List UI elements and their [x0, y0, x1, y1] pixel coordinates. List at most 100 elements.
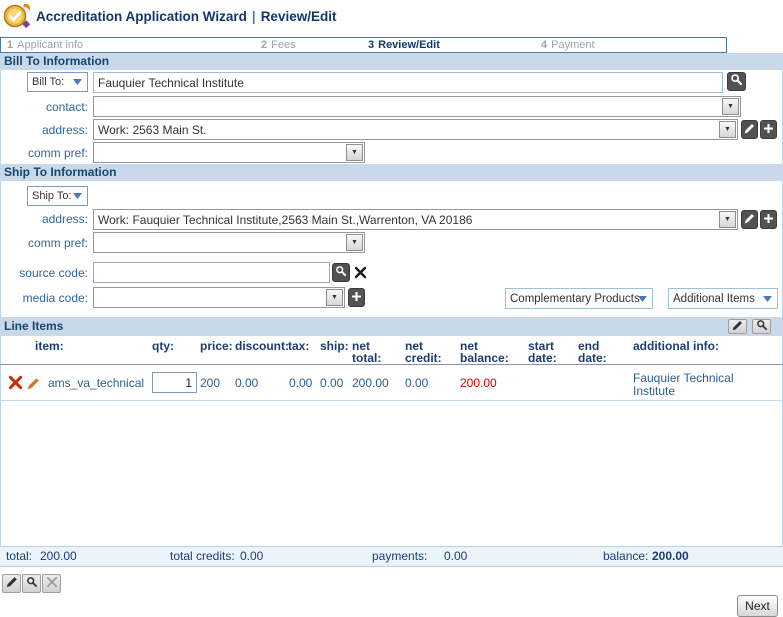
col-header-qty: qty:: [152, 339, 174, 353]
total-credits-label: total credits:: [170, 549, 235, 563]
ship-comm-pref-select[interactable]: ▼: [93, 232, 365, 253]
pencil-icon: [732, 318, 743, 336]
ship-address-label: address:: [41, 212, 88, 226]
wizard-step-title: Review/Edit: [260, 9, 337, 24]
cell-ship: 0.00: [320, 376, 344, 390]
bill-address-label: address:: [41, 123, 88, 137]
page-title: Accreditation Application Wizard | Review/…: [36, 9, 336, 24]
table-header-divider: [0, 364, 783, 365]
search-icon: [335, 264, 347, 282]
col-header-net-credit: net credit:: [405, 339, 442, 365]
balance-label: balance:: [603, 549, 649, 563]
media-code-label: media code:: [22, 291, 88, 305]
chevron-down-icon[interactable]: ▼: [346, 234, 363, 251]
row-delete-button[interactable]: [8, 375, 23, 395]
chevron-down-icon[interactable]: ▼: [326, 289, 343, 306]
pencil-icon: [744, 211, 755, 229]
ship-address-edit-button[interactable]: [741, 210, 758, 229]
search-icon: [756, 318, 768, 336]
disabled-x-icon: [46, 575, 58, 593]
bill-comm-pref-label: comm pref:: [27, 146, 88, 160]
col-header-item: item:: [35, 339, 64, 353]
search-icon: [730, 73, 743, 91]
title-separator: |: [251, 9, 256, 24]
wizard-title: Accreditation Application Wizard: [36, 9, 247, 24]
additional-items-dropdown[interactable]: Additional Items: [668, 288, 778, 309]
ship-to-selector[interactable]: Ship To:: [27, 186, 88, 206]
contact-label: contact:: [45, 100, 88, 114]
contact-select[interactable]: ▼: [93, 96, 741, 117]
media-code-add-button[interactable]: [348, 288, 365, 307]
cell-net-balance: 200.00: [460, 376, 497, 390]
ship-address-add-button[interactable]: [760, 210, 777, 229]
bill-to-name-input[interactable]: [93, 72, 723, 93]
search-icon: [26, 575, 38, 593]
cell-additional-info: Fauquier Technical Institute: [633, 371, 734, 398]
col-header-tax: tax:: [288, 339, 310, 353]
wizard-step-bar: 1 Applicant info 2 Fees 3 Review/Edit 4 Paym…: [0, 37, 727, 53]
source-code-clear-button[interactable]: [354, 266, 367, 284]
chevron-down-icon: [73, 76, 82, 88]
totals-bar: total: 200.00 total credits: 0.00 paymen…: [0, 546, 783, 567]
line-items-section-header: Line Items: [0, 317, 783, 336]
pencil-icon: [6, 575, 18, 593]
ship-to-section-header: Ship To Information: [0, 164, 783, 181]
total-credits-value: 0.00: [240, 549, 264, 563]
step-fees[interactable]: 2 Fees: [261, 38, 296, 52]
bill-to-search-button[interactable]: [727, 72, 746, 91]
bill-to-selector[interactable]: Bill To:: [27, 72, 88, 92]
col-header-end-date: end date:: [578, 339, 607, 365]
bill-address-select[interactable]: Work: 2563 Main St. ▼: [93, 119, 738, 140]
cell-discount: 0.00: [235, 376, 259, 390]
payments-label: payments:: [372, 549, 428, 563]
wizard-logo-icon: [3, 2, 33, 36]
chevron-down-icon[interactable]: ▼: [346, 144, 363, 161]
source-code-input[interactable]: [93, 262, 330, 283]
media-code-select[interactable]: ▼: [93, 287, 345, 308]
bill-address-edit-button[interactable]: [741, 120, 758, 139]
plus-icon: [351, 289, 362, 307]
line-items-edit-button[interactable]: [728, 319, 747, 334]
chevron-down-icon[interactable]: ▼: [719, 121, 736, 138]
chevron-down-icon[interactable]: ▼: [722, 98, 739, 115]
col-header-additional-info: additional info:: [633, 339, 719, 353]
col-header-start-date: start date:: [528, 339, 557, 365]
col-header-net-total: net total:: [352, 339, 382, 365]
footer-search-button[interactable]: [22, 574, 41, 593]
chevron-down-icon[interactable]: ▼: [719, 211, 736, 228]
line-items-search-button[interactable]: [752, 319, 771, 334]
balance-value: 200.00: [652, 549, 689, 563]
step-payment[interactable]: 4 Payment: [541, 38, 595, 52]
ship-comm-pref-label: comm pref:: [27, 236, 88, 250]
payments-value: 0.00: [444, 549, 468, 563]
clear-x-icon: [354, 266, 367, 283]
source-code-label: source code:: [19, 266, 88, 280]
step-review-edit[interactable]: 3 Review/Edit: [368, 38, 440, 52]
step-applicant-info[interactable]: 1 Applicant info: [7, 38, 83, 52]
total-label: total:: [6, 549, 33, 563]
chevron-down-icon: [73, 190, 82, 202]
col-header-discount: discount:: [235, 339, 289, 353]
ship-address-select[interactable]: Work: Fauquier Technical Institute,2563 …: [93, 209, 738, 230]
footer-edit-button[interactable]: [2, 574, 21, 593]
total-value: 200.00: [40, 549, 77, 563]
complementary-products-dropdown[interactable]: Complementary Products: [505, 288, 653, 309]
plus-icon: [763, 211, 774, 229]
row-edit-button[interactable]: [27, 377, 40, 395]
delete-x-icon: [8, 375, 23, 394]
bill-address-add-button[interactable]: [760, 120, 777, 139]
bill-comm-pref-select[interactable]: ▼: [93, 142, 365, 163]
source-code-search-button[interactable]: [332, 263, 350, 282]
cell-net-total: 200.00: [352, 376, 389, 390]
pencil-icon: [744, 121, 755, 139]
cell-item: ams_va_technical: [48, 376, 145, 390]
cell-tax: 0.00: [289, 376, 313, 390]
col-header-ship: ship:: [320, 339, 349, 353]
cell-qty-input[interactable]: [152, 372, 197, 393]
bill-to-section-header: Bill To Information: [0, 53, 783, 70]
row-divider: [0, 400, 783, 401]
col-header-price: price:: [200, 339, 233, 353]
next-button[interactable]: Next: [737, 595, 778, 617]
wizard-page: Accreditation Application Wizard | Review/…: [0, 0, 783, 617]
col-header-net-balance: net balance:: [460, 339, 509, 365]
